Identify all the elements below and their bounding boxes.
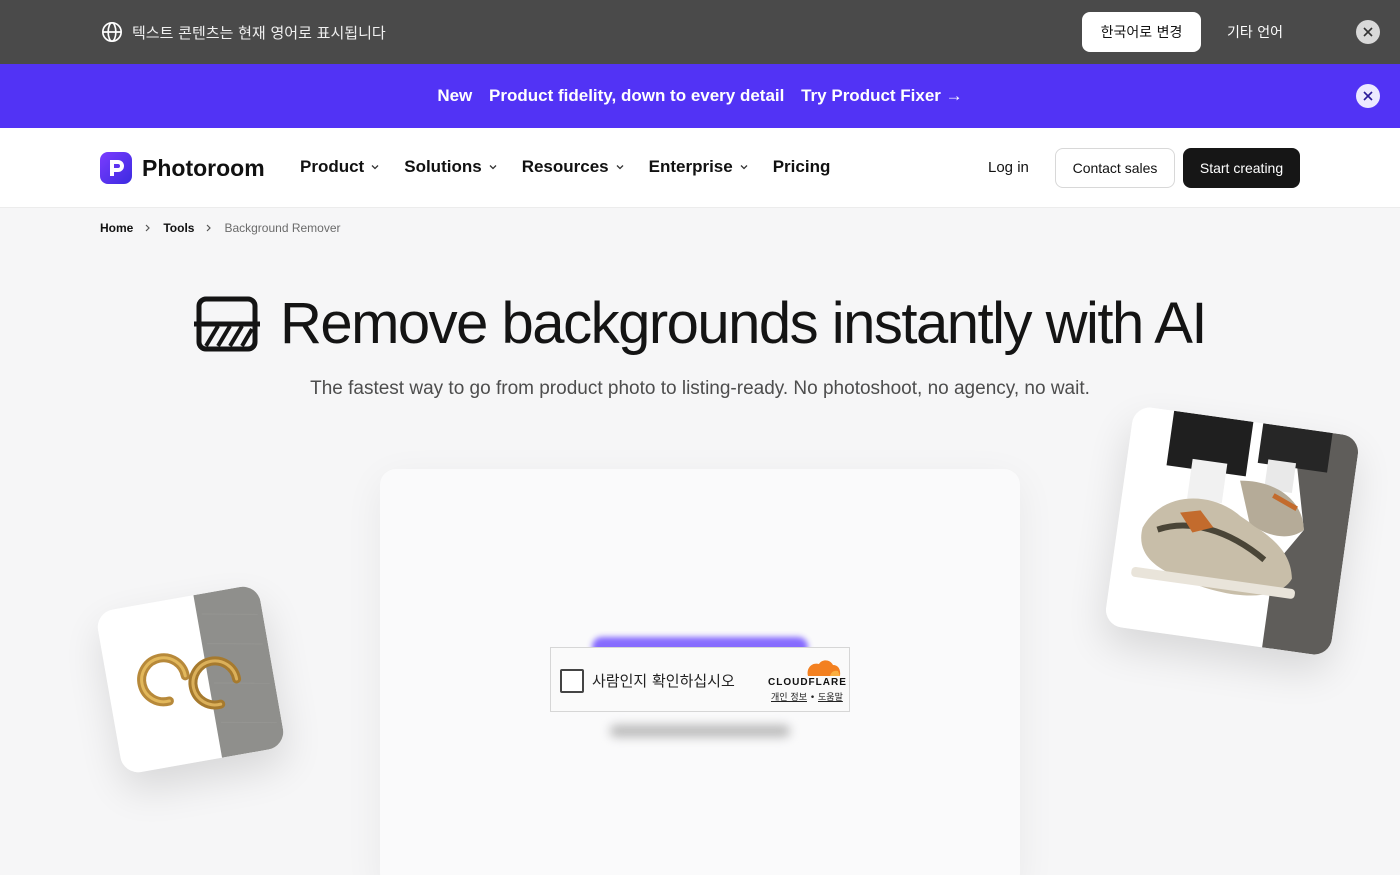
globe-icon	[102, 22, 122, 42]
sneakers-product-image	[1103, 405, 1361, 657]
page-title: Remove backgrounds instantly with AI	[279, 291, 1208, 356]
nav-item-label: Resources	[521, 157, 609, 176]
nav-item-product[interactable]: Product	[300, 157, 380, 177]
captcha-help-link[interactable]: 도움말	[818, 693, 843, 703]
other-languages-button[interactable]: 기타 언어	[1213, 12, 1297, 52]
chevron-right-icon	[207, 224, 212, 232]
login-link[interactable]: Log in	[988, 159, 1029, 176]
hero-heading: Remove backgrounds instantly with AI	[0, 290, 1400, 357]
nav-item-resources[interactable]: Resources	[522, 157, 625, 177]
promo-link[interactable]: Try Product Fixer →	[801, 86, 963, 105]
contact-sales-button[interactable]: Contact sales	[1055, 148, 1175, 188]
language-message: 텍스트 콘텐츠는 현재 영어로 표시됩니다	[132, 24, 386, 42]
promo-banner: New Product fidelity, down to every deta…	[0, 64, 1400, 128]
promo-badge: New	[437, 86, 473, 105]
promo-text: Product fidelity, down to every detail	[489, 86, 785, 105]
nav-item-label: Product	[300, 157, 365, 176]
nav-menu: Product Solutions Resources Enterprise P…	[300, 157, 854, 177]
page-subtitle: The fastest way to go from product photo…	[310, 378, 1090, 399]
breadcrumb-home[interactable]: Home	[100, 221, 133, 235]
chevron-down-icon	[371, 165, 379, 170]
logo-text: Photoroom	[142, 154, 265, 181]
captcha-widget: 사람인지 확인하십시오 CLOUDFLARE 개인 정보 • 도움말	[550, 647, 850, 712]
language-banner: 텍스트 콘텐츠는 현재 영어로 표시됩니다 한국어로 변경 기타 언어	[0, 0, 1400, 64]
breadcrumb-current: Background Remover	[224, 221, 341, 235]
upload-hint-blurred	[610, 725, 790, 737]
chevron-down-icon	[489, 165, 497, 170]
close-icon	[1363, 91, 1373, 101]
chevron-down-icon	[616, 165, 624, 170]
captcha-label: 사람인지 확인하십시오	[592, 672, 735, 690]
background-remover-icon	[193, 296, 260, 351]
nav-item-solutions[interactable]: Solutions	[404, 157, 497, 177]
captcha-checkbox[interactable]	[560, 669, 584, 693]
earrings-product-image	[94, 583, 287, 776]
close-icon	[1363, 27, 1373, 37]
chevron-down-icon	[740, 165, 748, 170]
photoroom-logo-icon	[100, 152, 132, 184]
close-language-banner-button[interactable]	[1356, 20, 1380, 44]
nav-item-label: Pricing	[772, 157, 831, 176]
nav-item-pricing[interactable]: Pricing	[773, 157, 831, 177]
main-nav: Photoroom Product Solutions Resources En…	[0, 128, 1400, 208]
close-promo-button[interactable]	[1356, 84, 1380, 108]
logo[interactable]: Photoroom	[100, 152, 265, 184]
captcha-links: 개인 정보 • 도움말	[771, 693, 843, 703]
chevron-right-icon	[145, 224, 151, 232]
breadcrumb-tools[interactable]: Tools	[163, 221, 194, 235]
nav-item-label: Enterprise	[648, 157, 733, 176]
captcha-privacy-link[interactable]: 개인 정보	[771, 693, 807, 703]
cloudflare-brand: CLOUDFLARE	[768, 677, 847, 688]
start-creating-button[interactable]: Start creating	[1183, 148, 1300, 188]
nav-item-label: Solutions	[404, 157, 482, 176]
breadcrumb: Home Tools Background Remover	[100, 221, 341, 235]
nav-item-enterprise[interactable]: Enterprise	[649, 157, 749, 177]
switch-language-button[interactable]: 한국어로 변경	[1082, 12, 1201, 52]
